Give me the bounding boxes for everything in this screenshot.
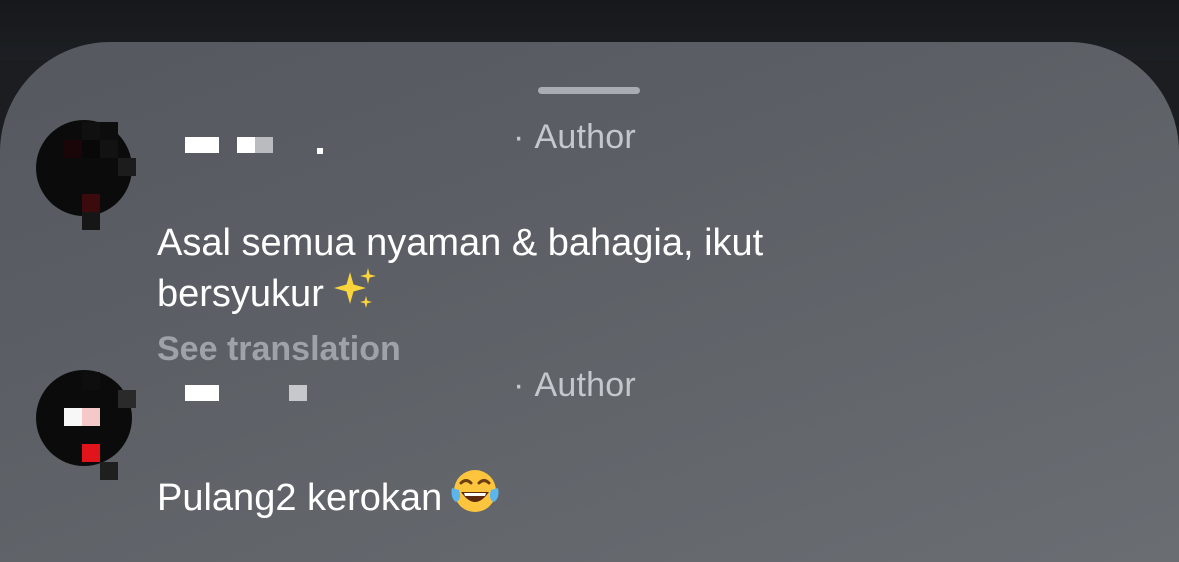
comment-text: Asal semua nyaman & bahagia, ikut bersyu…: [157, 220, 917, 323]
comment-body: Asal semua nyaman & bahagia, ikut bersyu…: [157, 222, 764, 315]
comment-body: Pulang2 kerokan: [157, 477, 443, 519]
redacted-username[interactable]: [185, 385, 219, 401]
separator-dot: ·: [513, 366, 525, 404]
comments-sheet: · Author Asal semua nyaman & bahagia, iku…: [0, 42, 1179, 562]
avatar[interactable]: [36, 120, 136, 230]
author-label: Author: [534, 118, 636, 156]
redacted-username[interactable]: [289, 385, 307, 401]
avatar[interactable]: [36, 370, 136, 480]
tears-of-joy-emoji-icon: [450, 466, 500, 527]
redacted-username[interactable]: [237, 137, 255, 153]
separator-dot: ·: [513, 118, 525, 156]
sheet-grabber-handle[interactable]: [538, 87, 640, 94]
redacted-username[interactable]: [255, 137, 273, 153]
author-badge: · Author: [513, 366, 636, 405]
redacted-username[interactable]: [317, 148, 323, 154]
author-label: Author: [534, 366, 636, 404]
redacted-username[interactable]: [185, 137, 219, 153]
comment-text: Pulang2 kerokan: [157, 466, 917, 527]
sparkles-emoji-icon: [332, 266, 378, 323]
comment-header: · Author: [157, 114, 757, 170]
author-badge: · Author: [513, 118, 636, 157]
comment-header: · Author: [157, 362, 757, 418]
